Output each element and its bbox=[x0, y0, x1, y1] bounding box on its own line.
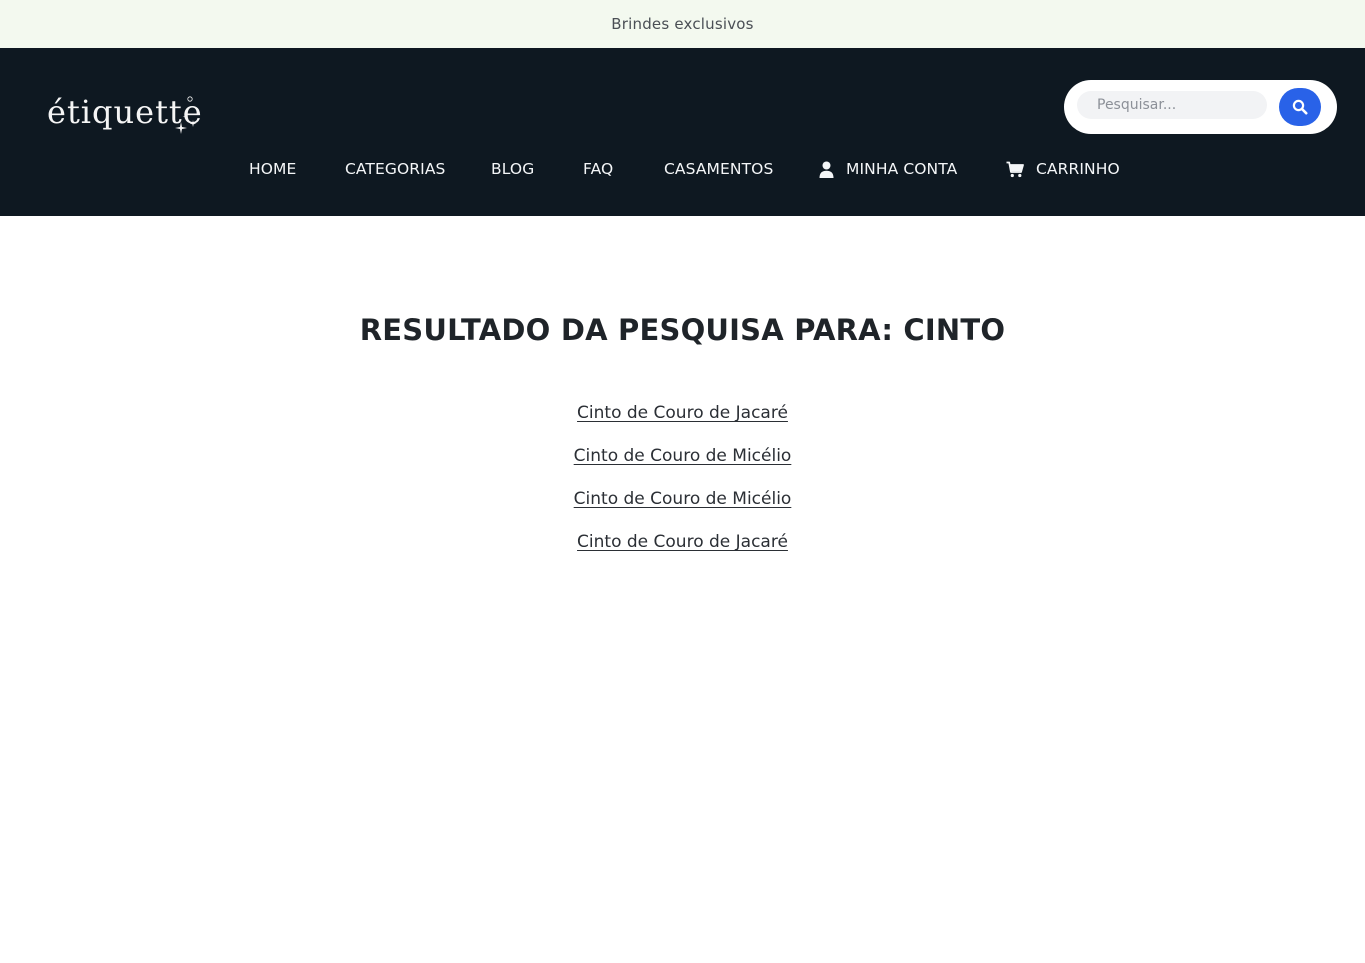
nav-minha-conta[interactable]: MINHA CONTA bbox=[819, 155, 957, 183]
search-result-link[interactable]: Cinto de Couro de Micélio bbox=[0, 443, 1365, 486]
nav-carrinho[interactable]: CARRINHO bbox=[1006, 155, 1120, 183]
nav-casamentos[interactable]: CASAMENTOS bbox=[664, 155, 773, 183]
search-input[interactable] bbox=[1077, 91, 1267, 119]
nav-faq[interactable]: FAQ bbox=[583, 155, 613, 183]
nav-label: CASAMENTOS bbox=[664, 160, 774, 178]
site-header: étiquette HOME CATEGORIAS BLOG FAQ bbox=[0, 48, 1365, 216]
search-form bbox=[1064, 80, 1337, 134]
sparkle-icon bbox=[175, 96, 197, 134]
search-result-link[interactable]: Cinto de Couro de Micélio bbox=[0, 486, 1365, 529]
search-result-link[interactable]: Cinto de Couro de Jacaré bbox=[0, 529, 1365, 572]
nav-label: FAQ bbox=[583, 160, 614, 178]
logo[interactable]: étiquette bbox=[47, 92, 212, 140]
search-button[interactable] bbox=[1279, 88, 1321, 126]
announcement-text: Brindes exclusivos bbox=[611, 15, 754, 33]
nav-label: CATEGORIAS bbox=[345, 160, 446, 178]
nav-blog[interactable]: BLOG bbox=[491, 155, 534, 183]
nav-home[interactable]: HOME bbox=[249, 155, 296, 183]
nav-label: BLOG bbox=[491, 160, 535, 178]
user-icon bbox=[819, 161, 834, 178]
nav-label: HOME bbox=[249, 160, 297, 178]
search-result-link[interactable]: Cinto de Couro de Jacaré bbox=[0, 400, 1365, 443]
nav-label: CARRINHO bbox=[1036, 160, 1120, 178]
cart-icon bbox=[1006, 161, 1024, 177]
nav-label: MINHA CONTA bbox=[846, 160, 958, 178]
search-icon bbox=[1292, 99, 1308, 115]
search-results-list: Cinto de Couro de Jacaré Cinto de Couro … bbox=[0, 400, 1365, 572]
nav-categorias[interactable]: CATEGORIAS bbox=[345, 155, 445, 183]
page-title: RESULTADO DA PESQUISA PARA: CINTO bbox=[359, 313, 1006, 347]
main-nav: HOME CATEGORIAS BLOG FAQ CASAMENTOS MINH… bbox=[0, 155, 1365, 183]
announcement-bar: Brindes exclusivos bbox=[0, 0, 1365, 48]
